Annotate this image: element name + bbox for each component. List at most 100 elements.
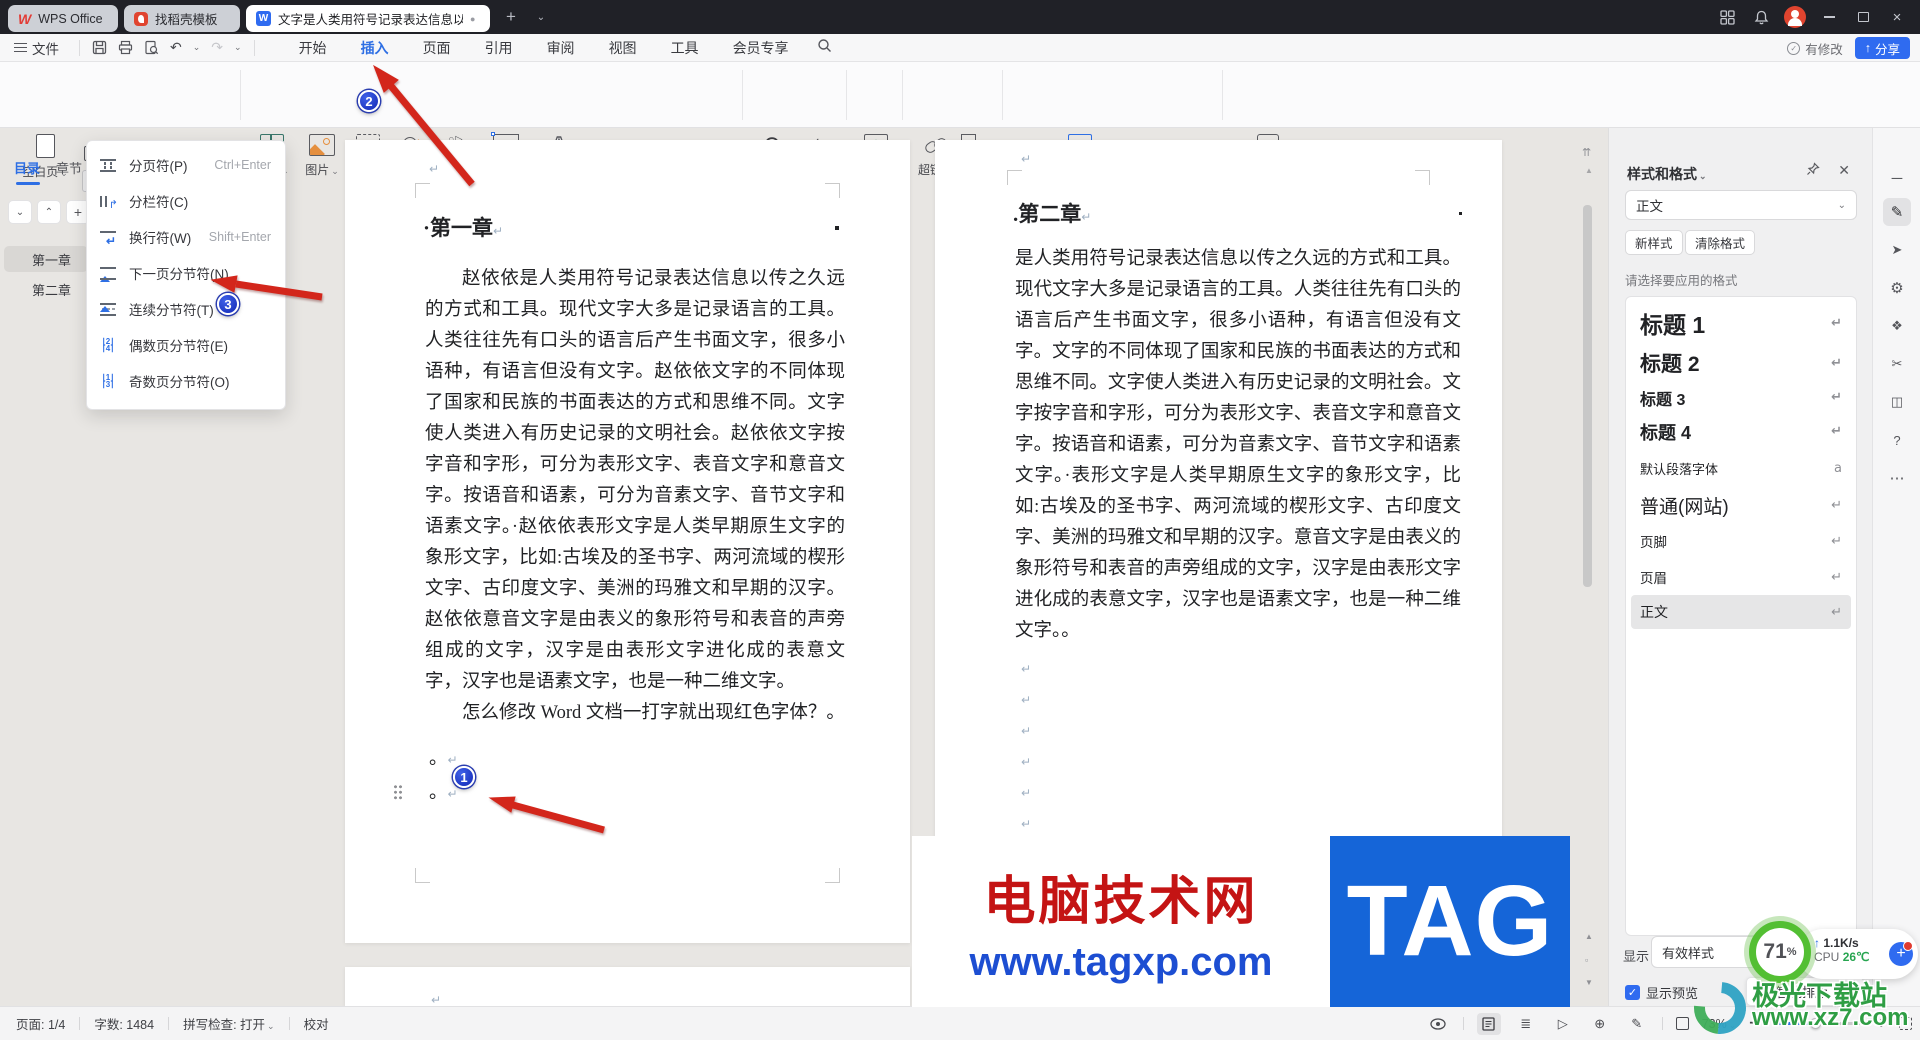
style-item-normal-web[interactable]: 普通(网站) ↵ bbox=[1626, 487, 1856, 523]
style-item-footer[interactable]: 页脚 ↵ bbox=[1626, 523, 1856, 559]
select-cursor-icon[interactable]: ➤ bbox=[1883, 236, 1911, 264]
print-preview-button[interactable] bbox=[144, 40, 159, 55]
menu-item-even-page-section-break[interactable]: ⌊2⌋ ⌈4⌉ 偶数页分节符(E) bbox=[87, 327, 285, 363]
notification-bell-icon[interactable] bbox=[1750, 6, 1772, 28]
new-tab-button[interactable]: + bbox=[498, 4, 524, 30]
paragraph-drag-handle-icon[interactable] bbox=[393, 784, 403, 800]
fullscreen-icon[interactable] bbox=[1899, 1017, 1912, 1030]
menu-item-page-break[interactable]: 分页符(P) Ctrl+Enter bbox=[87, 147, 285, 183]
print-layout-view-icon[interactable] bbox=[1476, 1012, 1501, 1035]
previous-page-button[interactable]: ▲ bbox=[1585, 932, 1593, 941]
zoom-out-button[interactable]: − bbox=[1749, 1015, 1758, 1033]
sidebar-tab-chapter[interactable]: 章节 bbox=[56, 158, 82, 177]
new-style-button[interactable]: 新样式 bbox=[1625, 230, 1683, 255]
modified-status[interactable]: ✓ 有修改 bbox=[1787, 39, 1843, 58]
help-icon[interactable]: ? bbox=[1883, 426, 1911, 454]
show-preview-checkbox[interactable]: ✓ 显示预览 bbox=[1625, 983, 1698, 1002]
style-item-default-font[interactable]: 默认段落字体 a bbox=[1626, 449, 1856, 487]
user-avatar[interactable] bbox=[1784, 6, 1806, 28]
menu-item-column-break[interactable]: 分栏符(C) bbox=[87, 183, 285, 219]
tab-list-button[interactable]: ⌄ bbox=[528, 4, 554, 30]
zoom-in-button[interactable]: + bbox=[1877, 1015, 1886, 1033]
memory-usage-ring[interactable]: 71% bbox=[1749, 921, 1811, 983]
tab-current-document[interactable]: W 文字是人类用符号记录表达信息以 ● bbox=[246, 5, 490, 32]
zoom-slider-thumb[interactable] bbox=[1809, 1018, 1821, 1029]
tab-home[interactable]: 开始 bbox=[297, 34, 329, 62]
menu-item-continuous-section-break[interactable]: 连续分节符(T) bbox=[87, 291, 285, 327]
outline-item-chapter2[interactable]: 第二章 bbox=[4, 276, 88, 302]
tab-view[interactable]: 视图 bbox=[607, 34, 639, 62]
style-item-heading4[interactable]: 标题 4 ↵ bbox=[1626, 414, 1856, 449]
more-tools-icon[interactable]: ⋯ bbox=[1883, 464, 1911, 492]
document-page-3-partial[interactable]: ↵ bbox=[345, 967, 910, 1007]
outline-view-icon[interactable]: ≣ bbox=[1514, 1013, 1538, 1035]
smart-layout-button[interactable]: 智能排版 bbox=[1746, 977, 1864, 1006]
word-count-status[interactable]: 字数: 1484 bbox=[94, 1014, 154, 1033]
qat-customize-caret[interactable]: ⌄ bbox=[234, 42, 242, 53]
zoom-slider[interactable] bbox=[1771, 1018, 1864, 1029]
search-icon[interactable] bbox=[817, 38, 832, 58]
fit-page-icon[interactable] bbox=[1675, 1017, 1689, 1030]
pin-panel-icon[interactable] bbox=[1806, 162, 1820, 179]
page-select-button[interactable]: ▫ bbox=[1585, 955, 1588, 965]
cut-tool-icon[interactable]: ✂ bbox=[1883, 350, 1911, 378]
vertical-scrollbar-thumb[interactable] bbox=[1583, 205, 1592, 587]
tab-wps-home[interactable]: W WPS Office bbox=[8, 5, 118, 32]
redo-button-disabled[interactable]: ↷ bbox=[211, 39, 223, 56]
menu-item-line-break[interactable]: 换行符(W) Shift+Enter bbox=[87, 219, 285, 255]
paragraph-mark: ↵ bbox=[1081, 210, 1092, 224]
minimize-button[interactable] bbox=[1818, 6, 1840, 28]
proofread-button[interactable]: 校对 bbox=[304, 1014, 329, 1033]
collapse-outline-button[interactable]: ⌄ bbox=[8, 200, 32, 224]
style-item-body-selected[interactable]: 正文 ↵ bbox=[1631, 595, 1851, 629]
insert-picture-button[interactable]: 图片 bbox=[296, 134, 348, 178]
undo-dropdown-caret[interactable]: ⌄ bbox=[193, 42, 201, 53]
tab-insert[interactable]: 插入 bbox=[359, 34, 391, 62]
style-item-heading1[interactable]: 标题 1 ↵ bbox=[1626, 301, 1856, 345]
spellcheck-status[interactable]: 拼写检查: 打开 bbox=[183, 1014, 275, 1033]
read-mode-icon[interactable] bbox=[1426, 1013, 1450, 1035]
tab-review[interactable]: 审阅 bbox=[545, 34, 577, 62]
close-button[interactable]: × bbox=[1886, 6, 1908, 28]
reader-view-icon[interactable]: ◫ bbox=[1883, 388, 1911, 416]
maximize-button[interactable] bbox=[1852, 6, 1874, 28]
save-button[interactable] bbox=[92, 40, 107, 55]
outline-item-chapter1[interactable]: 第一章 bbox=[4, 246, 88, 272]
scroll-to-top-icon[interactable]: ⇈ bbox=[1582, 146, 1591, 159]
close-panel-icon[interactable]: ✕ bbox=[1838, 162, 1850, 179]
file-menu[interactable]: 文件 bbox=[0, 38, 73, 58]
margin-corner-mark bbox=[1007, 170, 1022, 185]
expand-outline-button[interactable]: ⌃ bbox=[37, 200, 61, 224]
tab-reference[interactable]: 引用 bbox=[483, 34, 515, 62]
next-page-button[interactable]: ▼ bbox=[1585, 978, 1593, 987]
monitor-expand-button[interactable]: + bbox=[1889, 941, 1913, 966]
style-item-header[interactable]: 页眉 ↵ bbox=[1626, 559, 1856, 595]
document-page-1[interactable]: ↵ ·第一章↵ 赵依依是人类用符号记录表达信息以传之久远的方式和工具。现代文字大… bbox=[345, 140, 910, 943]
ink-annotate-icon[interactable]: ✎ bbox=[1625, 1013, 1649, 1035]
tab-tools[interactable]: 工具 bbox=[669, 34, 701, 62]
undo-button[interactable]: ↶ bbox=[170, 39, 182, 56]
docer-assets-icon[interactable]: ❖ bbox=[1883, 312, 1911, 340]
tab-docer-templates[interactable]: 找稻壳模板 bbox=[124, 5, 240, 32]
adjust-settings-icon[interactable]: ⚙ bbox=[1883, 274, 1911, 302]
print-button[interactable] bbox=[118, 40, 133, 55]
scroll-up-arrow-icon[interactable]: ▲ bbox=[1585, 166, 1593, 175]
workspace-grid-icon[interactable] bbox=[1716, 6, 1738, 28]
collapse-toolbar-icon[interactable]: ─ bbox=[1883, 164, 1911, 192]
document-page-2[interactable]: ↵ .第二章↵ 是人类用符号记录表达信息以传之久远的方式和工具。现代文字大多是记… bbox=[935, 140, 1502, 943]
share-button[interactable]: ↑ 分享 bbox=[1854, 37, 1910, 59]
sidebar-tab-toc[interactable]: 目录 bbox=[14, 158, 41, 185]
style-item-heading3[interactable]: 标题 3 ↵ bbox=[1626, 381, 1856, 414]
current-style-select[interactable]: 正文 ⌄ bbox=[1625, 190, 1857, 220]
tab-member[interactable]: 会员专享 bbox=[731, 34, 791, 62]
style-item-heading2[interactable]: 标题 2 ↵ bbox=[1626, 345, 1856, 381]
edit-pen-icon[interactable]: ✎ bbox=[1883, 198, 1911, 226]
web-view-icon[interactable]: ⊕ bbox=[1588, 1013, 1612, 1035]
tagxp-watermark: 电脑技术网 www.tagxp.com bbox=[912, 836, 1330, 1007]
menu-item-next-page-section-break[interactable]: 下一页分节符(N) bbox=[87, 255, 285, 291]
tab-page[interactable]: 页面 bbox=[421, 34, 453, 62]
clear-format-button[interactable]: 清除格式 bbox=[1685, 230, 1756, 255]
menu-item-odd-page-section-break[interactable]: ⌊1⌋ ⌈3⌉ 奇数页分节符(O) bbox=[87, 363, 285, 399]
slideshow-view-icon[interactable]: ▷ bbox=[1551, 1013, 1575, 1035]
page-count-status[interactable]: 页面: 1/4 bbox=[16, 1014, 65, 1033]
